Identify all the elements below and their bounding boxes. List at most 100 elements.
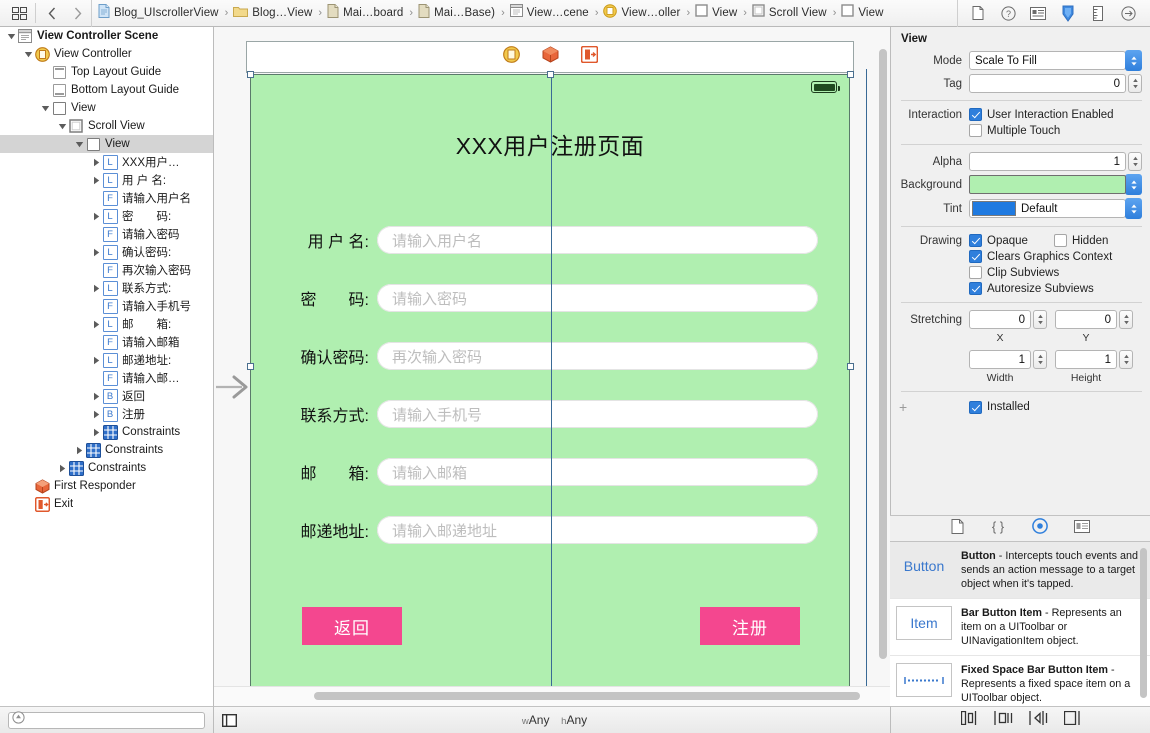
outline-row[interactable]: F 请输入密码 xyxy=(0,225,213,243)
object-library-tab[interactable] xyxy=(1031,518,1048,539)
outline-filter-input[interactable] xyxy=(25,713,204,727)
file-inspector-tab[interactable] xyxy=(964,2,992,24)
disclosure-triangle-icon[interactable] xyxy=(91,207,102,225)
alpha-stepper[interactable] xyxy=(1128,152,1142,171)
stretch-x-stepper[interactable] xyxy=(1033,310,1047,329)
outline-row[interactable]: Top Layout Guide xyxy=(0,63,213,81)
breadcrumb-item-project[interactable]: Blog_UIscrollerView › xyxy=(98,0,233,27)
clears-graphics-context-checkbox[interactable] xyxy=(969,250,982,263)
iphone-view-preview[interactable]: XXX用户注册页面 用 户 名: 请输入用户名 密 码: 请输入密码 确认密码:… xyxy=(250,74,850,691)
field-input-email[interactable]: 请输入邮箱 xyxy=(377,458,818,486)
tag-stepper[interactable] xyxy=(1128,74,1142,93)
field-input-username[interactable]: 请输入用户名 xyxy=(377,226,818,254)
breadcrumb-item-scene[interactable]: View…cene › xyxy=(509,0,604,27)
stretch-width-stepper[interactable] xyxy=(1033,350,1047,369)
disclosure-triangle-icon[interactable] xyxy=(6,27,17,45)
library-scrollbar-thumb[interactable] xyxy=(1140,548,1147,698)
hidden-checkbox[interactable] xyxy=(1053,234,1067,247)
selection-handle-top-left[interactable] xyxy=(247,71,254,78)
identity-inspector-tab[interactable] xyxy=(1024,2,1052,24)
breadcrumb-item-folder[interactable]: Blog…View › xyxy=(233,0,327,27)
outline-row[interactable]: F 请输入邮箱 xyxy=(0,333,213,351)
scrollbar-thumb[interactable] xyxy=(314,692,860,700)
document-outline-toggle[interactable] xyxy=(214,713,237,727)
tag-value[interactable]: 0 xyxy=(969,74,1126,93)
breadcrumb-item-view[interactable]: View › xyxy=(695,0,752,27)
disclosure-triangle-icon[interactable] xyxy=(91,423,102,441)
field-input-confirm-password[interactable]: 再次输入密码 xyxy=(377,342,818,370)
object-library-list[interactable]: Button Button - Intercepts touch events … xyxy=(890,542,1150,706)
back-chevron-icon[interactable] xyxy=(39,2,65,24)
quick-help-inspector-tab[interactable]: ? xyxy=(994,2,1022,24)
document-outline[interactable]: View Controller Scene View Controller Top … xyxy=(0,27,214,706)
canvas-horizontal-scrollbar[interactable] xyxy=(214,686,890,706)
outline-row[interactable]: B 注册 xyxy=(0,405,213,423)
outline-row[interactable]: View Controller Scene xyxy=(0,27,213,45)
size-class-indicator[interactable]: wAny hAny xyxy=(522,713,605,727)
disclosure-triangle-icon[interactable] xyxy=(91,243,102,261)
disclosure-triangle-icon[interactable] xyxy=(91,315,102,333)
connections-inspector-tab[interactable] xyxy=(1114,2,1142,24)
forward-chevron-icon[interactable] xyxy=(65,2,91,24)
disclosure-triangle-icon[interactable] xyxy=(91,153,102,171)
outline-row[interactable]: B 返回 xyxy=(0,387,213,405)
outline-row[interactable]: L XXX用户… xyxy=(0,153,213,171)
breadcrumb-item-storyboard-base[interactable]: Mai…Base) › xyxy=(418,0,510,27)
field-input-password[interactable]: 请输入密码 xyxy=(377,284,818,312)
tint-color-well[interactable] xyxy=(972,201,1016,216)
disclosure-triangle-icon[interactable] xyxy=(74,135,85,153)
outline-row[interactable]: Constraints xyxy=(0,441,213,459)
editor-layout-icon[interactable] xyxy=(6,2,32,24)
outline-row[interactable]: Constraints xyxy=(0,423,213,441)
outline-row[interactable]: F 请输入手机号 xyxy=(0,297,213,315)
alpha-value[interactable]: 1 xyxy=(969,152,1126,171)
outline-row[interactable]: View xyxy=(0,135,213,153)
library-item-bar-button-item[interactable]: Item Bar Button Item - Represents an ite… xyxy=(890,599,1150,656)
disclosure-triangle-icon[interactable] xyxy=(57,117,68,135)
size-inspector-tab[interactable] xyxy=(1084,2,1112,24)
outline-row[interactable]: F 请输入邮… xyxy=(0,369,213,387)
user-interaction-enabled-checkbox[interactable] xyxy=(969,108,982,121)
background-color-well[interactable] xyxy=(969,175,1126,194)
outline-row[interactable]: F 再次输入密码 xyxy=(0,261,213,279)
attributes-inspector-tab[interactable] xyxy=(1054,2,1082,24)
exit-dock-icon[interactable] xyxy=(580,45,598,68)
selection-handle-left[interactable] xyxy=(247,363,254,370)
field-input-contact[interactable]: 请输入手机号 xyxy=(377,400,818,428)
outline-row[interactable]: First Responder xyxy=(0,477,213,495)
pin-icon[interactable] xyxy=(993,710,1013,730)
disclosure-triangle-icon[interactable] xyxy=(91,351,102,369)
installed-checkbox[interactable] xyxy=(969,400,982,414)
canvas-vertical-scrollbar[interactable] xyxy=(877,31,888,699)
multiple-touch-checkbox[interactable] xyxy=(969,124,982,137)
interface-builder-canvas[interactable]: XXX用户注册页面 用 户 名: 请输入用户名 密 码: 请输入密码 确认密码:… xyxy=(214,27,890,706)
field-input-address[interactable]: 请输入邮递地址 xyxy=(377,516,818,544)
outline-row[interactable]: Bottom Layout Guide xyxy=(0,81,213,99)
resolve-autolayout-issues-icon[interactable] xyxy=(1028,710,1048,730)
outline-row[interactable]: L 密 码: xyxy=(0,207,213,225)
breadcrumb-item-view-selected[interactable]: View xyxy=(841,0,883,27)
disclosure-triangle-icon[interactable] xyxy=(40,99,51,117)
breadcrumb-item-storyboard[interactable]: Mai…board › xyxy=(327,0,418,27)
clip-subviews-checkbox[interactable] xyxy=(969,266,982,279)
outline-filter-field[interactable] xyxy=(8,711,205,729)
tint-popup-arrow-icon[interactable] xyxy=(1125,198,1142,219)
stretch-x-value[interactable]: 0 xyxy=(969,310,1031,329)
stretch-y-value[interactable]: 0 xyxy=(1055,310,1117,329)
code-snippet-library-tab[interactable]: { } xyxy=(990,519,1006,539)
selection-handle-right[interactable] xyxy=(847,363,854,370)
disclosure-triangle-icon[interactable] xyxy=(91,387,102,405)
stretch-height-stepper[interactable] xyxy=(1119,350,1133,369)
library-item-button[interactable]: Button Button - Intercepts touch events … xyxy=(890,542,1150,599)
resizing-behavior-icon[interactable] xyxy=(1063,710,1081,730)
breadcrumb-item-scroll-view[interactable]: Scroll View › xyxy=(752,0,841,27)
stretch-width-value[interactable]: 1 xyxy=(969,350,1031,369)
outline-row[interactable]: L 确认密码: xyxy=(0,243,213,261)
disclosure-triangle-icon[interactable] xyxy=(91,405,102,423)
outline-row[interactable]: View Controller xyxy=(0,45,213,63)
stretch-height-value[interactable]: 1 xyxy=(1055,350,1117,369)
selection-handle-top-center[interactable] xyxy=(547,71,554,78)
library-item-fixed-space-bar-button-item[interactable]: Fixed Space Bar Button Item - Represents… xyxy=(890,656,1150,706)
outline-row[interactable]: View xyxy=(0,99,213,117)
align-icon[interactable] xyxy=(960,710,978,730)
